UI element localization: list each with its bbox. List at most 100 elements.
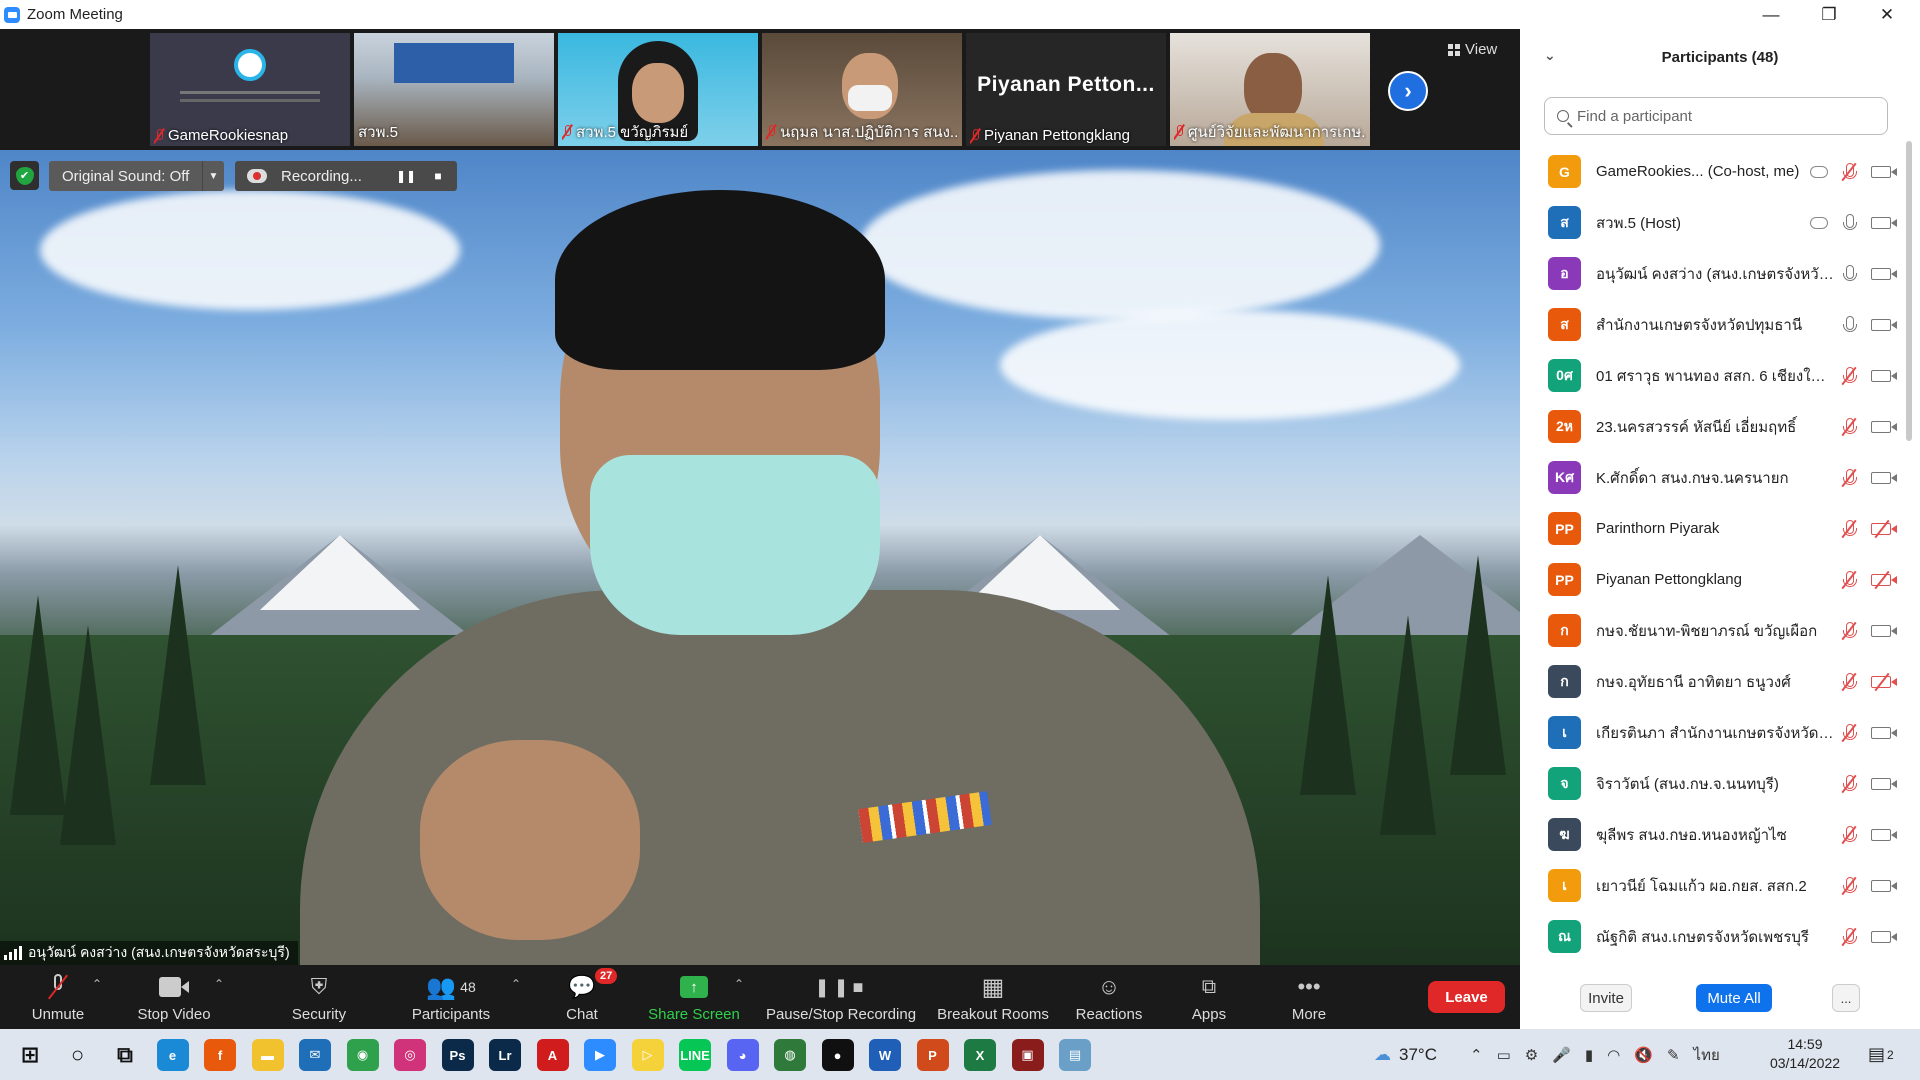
security-button[interactable]: ⛨ Security	[280, 965, 358, 1029]
mic-muted-icon[interactable]	[1838, 365, 1860, 387]
chevron-down-icon[interactable]: ▼	[202, 161, 224, 191]
photoshop-icon[interactable]: Ps	[441, 1039, 474, 1071]
participant-row[interactable]: PP Parinthorn Piyarak	[1520, 503, 1910, 554]
participant-row[interactable]: ณ ณัฐกิติ สนง.เกษตรจังหวัดเพชรบุรี	[1520, 911, 1910, 962]
mic-muted-icon[interactable]	[1838, 722, 1860, 744]
participant-row[interactable]: G GameRookies... (Co-host, me)	[1520, 146, 1910, 197]
mic-muted-icon[interactable]	[1838, 824, 1860, 846]
video-off-icon[interactable]	[1870, 518, 1897, 540]
share-screen-button[interactable]: ↑ Share Screen	[645, 965, 743, 1029]
leave-button[interactable]: Leave	[1428, 981, 1505, 1013]
mic-muted-icon[interactable]	[1838, 671, 1860, 693]
participant-row[interactable]: 2ห 23.นครสวรรค์ หัสนีย์ เอี่ยมฤทธิ์	[1520, 401, 1910, 452]
obs-icon[interactable]: ●	[821, 1039, 854, 1071]
participant-row[interactable]: ฆ ฆุลีพร สนง.กษอ.หนองหญ้าไซ	[1520, 809, 1910, 860]
mic-muted-icon[interactable]	[1838, 875, 1860, 897]
participant-row[interactable]: 0ศ 01 ศราวุธ พานทอง สสก. 6 เชียงใหม่ ก...	[1520, 350, 1910, 401]
pause-recording-icon[interactable]: ❚❚	[391, 161, 421, 191]
share-options-caret-icon[interactable]: ⌃	[734, 977, 744, 991]
taskbar-clock[interactable]: 14:59 03/14/2022	[1760, 1035, 1850, 1073]
wifi-icon[interactable]: ◠	[1607, 1046, 1620, 1064]
maps-icon[interactable]: ◍	[774, 1039, 806, 1071]
photos-icon[interactable]: ▤	[1059, 1039, 1091, 1071]
mic-muted-icon[interactable]	[1838, 416, 1860, 438]
video-camera-icon[interactable]	[1870, 824, 1897, 846]
chat-button[interactable]: 💬 27 Chat	[555, 965, 618, 1029]
participant-row[interactable]: ส สวพ.5 (Host)	[1520, 197, 1910, 248]
video-thumbnail[interactable]: สวพ.5 ขวัญภิรมย์	[558, 33, 758, 146]
powerpoint-icon[interactable]: P	[916, 1039, 949, 1071]
microphone-icon[interactable]	[1838, 263, 1860, 285]
mic-muted-icon[interactable]	[1838, 518, 1860, 540]
participants-button[interactable]: 👥 48 Participants	[405, 965, 497, 1029]
video-camera-icon[interactable]	[1870, 365, 1897, 387]
player-icon[interactable]: ▷	[631, 1039, 664, 1071]
next-page-button[interactable]: ›	[1388, 71, 1428, 111]
participant-search-input[interactable]	[1577, 107, 1867, 125]
acrobat-icon[interactable]: A	[536, 1039, 569, 1071]
participant-row[interactable]: ก กษจ.ชัยนาท-พิชยาภรณ์ ขวัญเผือก	[1520, 605, 1910, 656]
panel-more-button[interactable]: ...	[1832, 984, 1860, 1012]
discord-icon[interactable]: ◕	[726, 1039, 759, 1071]
battery-icon[interactable]: ▮	[1585, 1046, 1593, 1064]
video-thumbnail[interactable]: Piyanan Petton... Piyanan Pettongklang	[966, 33, 1166, 146]
more-button[interactable]: ••• More	[1286, 965, 1332, 1029]
participant-row[interactable]: PP Piyanan Pettongklang	[1520, 554, 1910, 605]
video-camera-icon[interactable]	[1870, 875, 1897, 897]
network-icon[interactable]: ⚙	[1525, 1046, 1538, 1064]
original-sound-button[interactable]: Original Sound: Off ▼	[49, 161, 224, 191]
cortana-icon[interactable]: ○	[62, 1039, 94, 1071]
video-options-caret-icon[interactable]: ⌃	[214, 977, 224, 991]
zoom-icon[interactable]: ▶	[584, 1039, 616, 1071]
phone-link-icon[interactable]: ▭	[1497, 1046, 1511, 1064]
video-camera-icon[interactable]	[1870, 620, 1897, 642]
video-camera-icon[interactable]	[1870, 722, 1897, 744]
breakout-rooms-button[interactable]: ▦ Breakout Rooms	[935, 965, 1051, 1029]
stop-recording-icon[interactable]: ■	[423, 161, 453, 191]
participants-caret-icon[interactable]: ⌃	[511, 977, 521, 991]
mute-all-button[interactable]: Mute All	[1696, 984, 1772, 1012]
file-explorer-icon[interactable]: ▬	[251, 1039, 284, 1071]
pen-icon[interactable]: ✎	[1667, 1046, 1680, 1064]
notification-center-button[interactable]: ▤ 2	[1868, 1029, 1894, 1080]
task-view-icon[interactable]: ⧉	[109, 1039, 141, 1071]
participant-row[interactable]: อ อนุวัฒน์ คงสว่าง (สนง.เกษตรจังหวัดสร...	[1520, 248, 1910, 299]
windows-start-icon[interactable]: ⊞	[14, 1039, 46, 1071]
lightroom-icon[interactable]: Lr	[489, 1039, 521, 1071]
close-button[interactable]: ✕	[1858, 0, 1916, 29]
audio-options-caret-icon[interactable]: ⌃	[92, 977, 102, 991]
excel-icon[interactable]: X	[964, 1039, 996, 1071]
participant-row[interactable]: จ จิราวัตน์ (สนง.กษ.จ.นนทบุรี)	[1520, 758, 1910, 809]
mic-muted-icon[interactable]	[1838, 773, 1860, 795]
mic-muted-icon[interactable]	[1838, 620, 1860, 642]
mic-muted-icon[interactable]	[1838, 926, 1860, 948]
video-off-icon[interactable]	[1870, 569, 1897, 591]
reactions-button[interactable]: ☺ Reactions	[1072, 965, 1146, 1029]
video-camera-icon[interactable]	[1870, 314, 1897, 336]
participant-row[interactable]: Kศ K.ศักดิ์ดา สนง.กษจ.นครนายก	[1520, 452, 1910, 503]
firefox-icon[interactable]: f	[204, 1039, 236, 1071]
video-off-icon[interactable]	[1870, 671, 1897, 693]
video-thumbnail[interactable]: นฤมล นาส.ปฏิบัติการ สนง...	[762, 33, 962, 146]
participant-row[interactable]: เ เยาวนีย์ โฉมแก้ว ผอ.กยส. สสก.2	[1520, 860, 1910, 911]
speaker-muted-icon[interactable]: 🔇	[1634, 1046, 1653, 1064]
stop-video-button[interactable]: Stop Video	[130, 965, 218, 1029]
video-camera-icon[interactable]	[1870, 263, 1897, 285]
line-icon[interactable]: LINE	[679, 1039, 711, 1071]
participant-row[interactable]: ส สำนักงานเกษตรจังหวัดปทุมธานี	[1520, 299, 1910, 350]
mic-muted-icon[interactable]	[1838, 467, 1860, 489]
video-thumbnail[interactable]: สวพ.5	[354, 33, 554, 146]
microphone-icon[interactable]: 🎤	[1552, 1046, 1571, 1064]
microphone-icon[interactable]	[1838, 314, 1860, 336]
input-language[interactable]: ไทย	[1694, 1043, 1720, 1067]
participant-search[interactable]	[1544, 97, 1888, 135]
microphone-icon[interactable]	[1838, 212, 1860, 234]
pause-stop-recording-button[interactable]: ❚❚■ Pause/Stop Recording	[762, 965, 920, 1029]
mic-muted-icon[interactable]	[1838, 569, 1860, 591]
chrome-icon[interactable]: ◉	[346, 1039, 379, 1071]
video-thumbnail[interactable]: ศูนย์วิจัยและพัฒนาการเกษ...	[1170, 33, 1370, 146]
game-icon[interactable]: ▣	[1011, 1039, 1044, 1071]
participant-row[interactable]: ก กษจ.อุทัยธานี อาทิตยา ธนูวงศ์	[1520, 656, 1910, 707]
maximize-button[interactable]: ❐	[1800, 0, 1858, 29]
mail-icon[interactable]: ✉	[299, 1039, 331, 1071]
